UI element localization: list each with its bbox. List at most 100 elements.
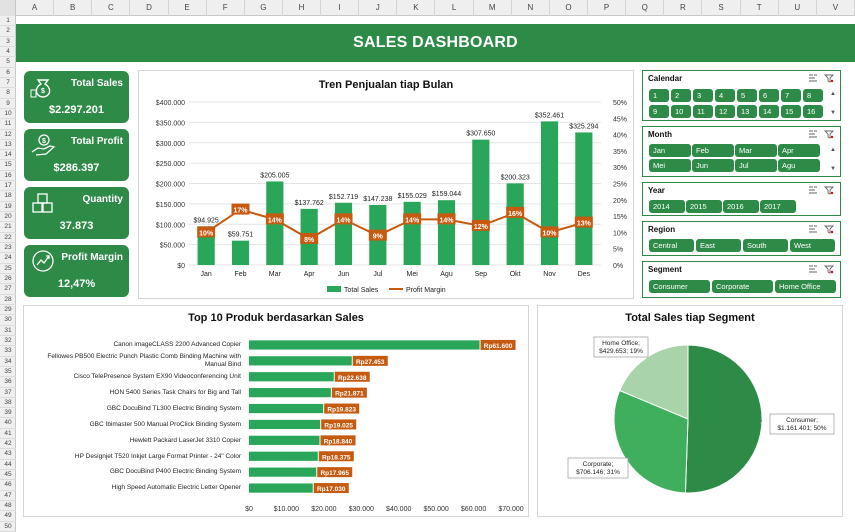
scroll-down-icon[interactable]: ▼	[829, 110, 837, 116]
column-header[interactable]: T	[741, 0, 779, 16]
row-header[interactable]: 25	[0, 264, 16, 274]
column-header[interactable]: R	[664, 0, 703, 16]
multi-select-icon[interactable]	[808, 186, 818, 195]
slicer-item-calendar[interactable]: 3	[693, 89, 713, 102]
clear-filter-icon[interactable]	[824, 74, 834, 83]
row-header[interactable]: 48	[0, 501, 16, 512]
row-header[interactable]: 1	[0, 16, 16, 27]
clear-filter-icon[interactable]	[824, 130, 834, 139]
clear-filter-icon[interactable]	[824, 186, 834, 195]
sales-bar[interactable]	[575, 132, 593, 265]
row-header[interactable]: 22	[0, 233, 16, 244]
column-header[interactable]: O	[550, 0, 589, 16]
column-header[interactable]: U	[779, 0, 817, 16]
row-header[interactable]: 19	[0, 202, 16, 213]
row-header[interactable]: 41	[0, 429, 16, 440]
calendar-slicer[interactable]: Calendar 1 2 3 4 5 6 7 8 9 10 11 12 13 14 15 16 ▲ ▼	[642, 70, 841, 121]
row-header[interactable]: 43	[0, 449, 16, 460]
sales-bar[interactable]	[540, 121, 559, 265]
pie-slice[interactable]	[684, 344, 763, 494]
scroll-up-icon[interactable]: ▲	[829, 147, 837, 153]
slicer-item-calendar[interactable]: 9	[649, 105, 669, 118]
row-header[interactable]: 50	[0, 522, 16, 532]
scroll-up-icon[interactable]: ▲	[829, 91, 837, 97]
slicer-item-year[interactable]: 2017	[760, 200, 796, 213]
column-header[interactable]: M	[474, 0, 512, 16]
slicer-item-calendar[interactable]: 2	[671, 89, 691, 102]
row-header[interactable]: 16	[0, 171, 16, 182]
slicer-item-calendar[interactable]: 14	[759, 105, 779, 118]
row-header[interactable]: 39	[0, 408, 16, 419]
row-header[interactable]: 18	[0, 191, 16, 202]
slicer-item-segment[interactable]: Home Office	[775, 280, 836, 293]
row-header[interactable]: 13	[0, 140, 16, 151]
sales-bar[interactable]	[334, 202, 353, 265]
product-bar[interactable]	[249, 419, 321, 430]
slicer-item-segment[interactable]: Consumer	[649, 280, 710, 293]
slicer-item-calendar[interactable]: 15	[781, 105, 801, 118]
product-bar[interactable]	[249, 388, 331, 398]
row-header[interactable]: 11	[0, 119, 16, 130]
row-header[interactable]: 35	[0, 367, 16, 378]
slicer-item-month[interactable]: Agu	[778, 159, 820, 172]
slicer-item-region[interactable]: Central	[649, 239, 694, 252]
column-header[interactable]: H	[283, 0, 322, 16]
column-header[interactable]: G	[245, 0, 283, 16]
sales-bar[interactable]	[472, 139, 490, 265]
slicer-item-calendar[interactable]: 8	[803, 89, 823, 102]
slicer-item-region[interactable]: South	[743, 239, 788, 252]
segment-slicer[interactable]: Segment Consumer Corporate Home Office	[642, 261, 841, 298]
row-header[interactable]: 32	[0, 336, 16, 347]
row-header[interactable]: 12	[0, 130, 16, 140]
product-bar[interactable]	[249, 451, 318, 461]
slicer-item-calendar[interactable]: 11	[693, 105, 713, 118]
slicer-item-month[interactable]: Jan	[649, 144, 691, 157]
slicer-item-calendar[interactable]: 5	[737, 89, 757, 102]
slicer-item-calendar[interactable]: 4	[715, 89, 735, 102]
product-bar[interactable]	[249, 403, 324, 414]
row-header[interactable]: 3	[0, 37, 16, 47]
product-bar[interactable]	[249, 356, 352, 366]
row-header[interactable]: 45	[0, 470, 16, 481]
row-header[interactable]: 10	[0, 109, 16, 120]
row-header[interactable]: 37	[0, 388, 16, 398]
row-header[interactable]: 24	[0, 253, 16, 264]
column-header[interactable]: F	[207, 0, 245, 16]
row-header[interactable]: 8	[0, 88, 16, 99]
sales-bar[interactable]	[231, 240, 250, 265]
multi-select-icon[interactable]	[808, 74, 818, 83]
slicer-item-region[interactable]: East	[696, 239, 741, 252]
row-header[interactable]: 21	[0, 222, 16, 233]
row-header[interactable]: 4	[0, 47, 16, 58]
column-header[interactable]: J	[359, 0, 398, 16]
row-header[interactable]: 46	[0, 480, 16, 491]
row-header[interactable]: 5	[0, 57, 16, 68]
product-bar[interactable]	[249, 435, 320, 445]
clear-filter-icon[interactable]	[824, 265, 834, 274]
slicer-item-month[interactable]: Mar	[735, 144, 777, 157]
row-header[interactable]: 23	[0, 243, 16, 254]
clear-filter-icon[interactable]	[824, 225, 834, 234]
sales-bar[interactable]	[437, 200, 456, 265]
slicer-item-calendar[interactable]: 6	[759, 89, 779, 102]
slicer-item-month[interactable]: Jul	[735, 159, 777, 172]
slicer-item-calendar[interactable]: 7	[781, 89, 801, 102]
row-header[interactable]: 40	[0, 418, 16, 429]
row-header[interactable]: 26	[0, 274, 16, 285]
slicer-item-year[interactable]: 2015	[686, 200, 722, 213]
column-header[interactable]: V	[817, 0, 855, 16]
column-header[interactable]: B	[54, 0, 93, 16]
slicer-item-year[interactable]: 2014	[649, 200, 685, 213]
row-header[interactable]: 20	[0, 212, 16, 223]
multi-select-icon[interactable]	[808, 265, 818, 274]
sales-bar[interactable]	[506, 183, 524, 265]
product-bar[interactable]	[249, 467, 317, 477]
column-header[interactable]: S	[702, 0, 741, 16]
multi-select-icon[interactable]	[808, 225, 818, 234]
row-header[interactable]: 15	[0, 160, 16, 171]
column-header[interactable]: K	[397, 0, 436, 16]
region-slicer[interactable]: Region Central East South West	[642, 221, 841, 256]
row-header[interactable]: 31	[0, 326, 16, 336]
monthly-trend-chart[interactable]: Tren Penjualan tiap Bulan $0 $50.000 $100.…	[138, 70, 634, 299]
product-bar[interactable]	[249, 483, 313, 493]
